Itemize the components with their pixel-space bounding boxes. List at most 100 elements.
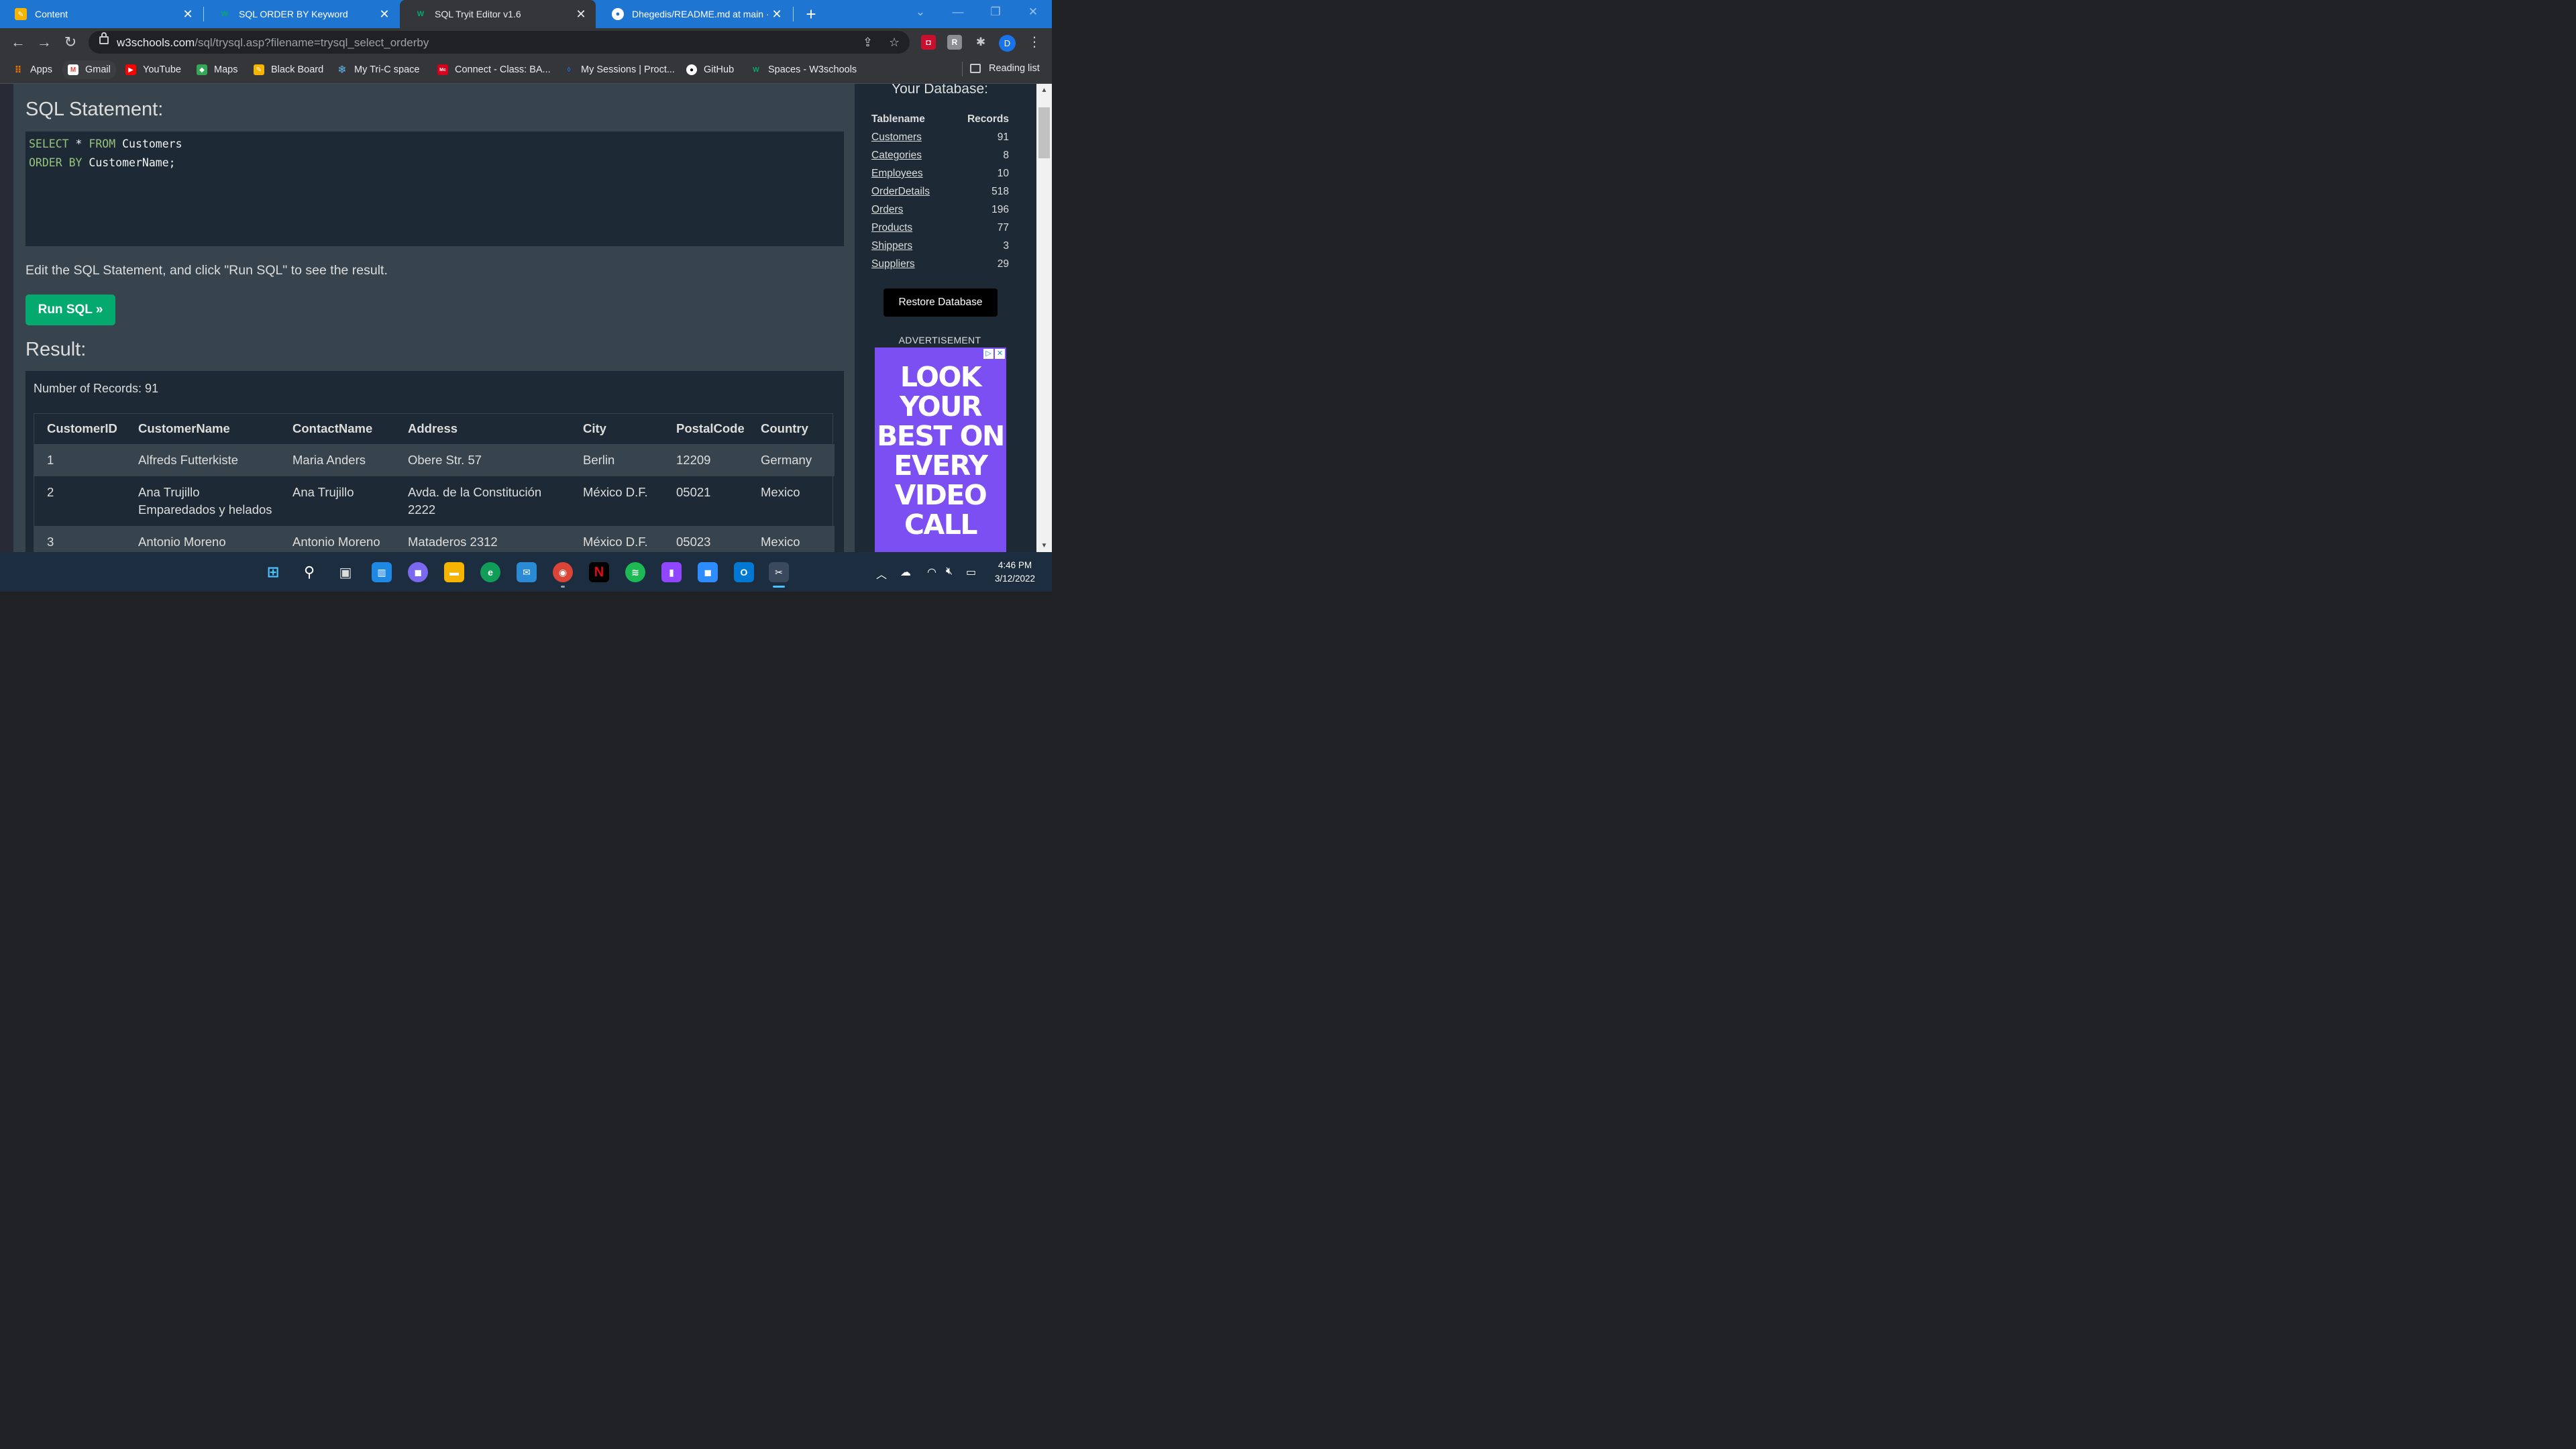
bookmark-maps[interactable]: ◆ Maps bbox=[197, 63, 237, 76]
mail-icon[interactable]: ✉ bbox=[517, 562, 537, 582]
new-tab-button[interactable]: + bbox=[802, 4, 820, 24]
result-heading: Result: bbox=[25, 339, 87, 360]
ad-choices[interactable]: ▷ ✕ bbox=[982, 349, 1005, 359]
record-count: 196 bbox=[991, 204, 1009, 215]
page-scrollbar[interactable]: ▲ ▼ bbox=[1036, 84, 1052, 552]
mcgraw-hill-icon: Mc bbox=[437, 64, 448, 75]
sql-keyword: FROM bbox=[89, 138, 116, 150]
scrollbar-thumb[interactable] bbox=[1038, 107, 1050, 158]
close-icon[interactable]: ✕ bbox=[378, 7, 391, 21]
w3schools-icon: W bbox=[753, 66, 759, 74]
onedrive-cloud-icon[interactable]: ☁ bbox=[900, 566, 911, 579]
back-arrow-icon[interactable]: ← bbox=[8, 32, 28, 52]
table-cell: 2 bbox=[34, 476, 125, 526]
bookmark-label: My Sessions | Proct... bbox=[581, 64, 675, 75]
table-link-categories[interactable]: Categories bbox=[871, 146, 922, 164]
windows-start-icon[interactable]: ⊞ bbox=[263, 562, 283, 582]
tab-title: Content bbox=[35, 9, 68, 19]
advertisement-banner[interactable]: LOOK YOUR BEST ON EVERY VIDEO CALL ▷ ✕ bbox=[875, 347, 1006, 552]
address-bar[interactable]: w3schools.com/sql/trysql.asp?filename=tr… bbox=[89, 31, 910, 54]
lock-icon[interactable] bbox=[99, 32, 109, 44]
tab-github-readme[interactable]: ● Dhegedis/README.md at main · ✕ bbox=[597, 0, 792, 28]
sql-editor[interactable]: SELECT * FROM Customers ORDER BY Custome… bbox=[25, 131, 844, 246]
adchoices-icon[interactable]: ▷ bbox=[983, 349, 994, 359]
pocket-extension-icon[interactable]: ◘ bbox=[921, 35, 936, 50]
table-link-orderdetails[interactable]: OrderDetails bbox=[871, 182, 930, 201]
share-icon[interactable]: ⇪ bbox=[863, 36, 873, 50]
chrome-icon[interactable]: ◉ bbox=[553, 562, 573, 582]
ad-close-icon[interactable]: ✕ bbox=[995, 349, 1005, 359]
scroll-up-icon[interactable]: ▲ bbox=[1036, 87, 1052, 94]
spotify-icon[interactable]: ≋ bbox=[625, 562, 645, 582]
forward-arrow-icon[interactable]: → bbox=[34, 32, 54, 52]
bookmark-black-board[interactable]: ✎ Black Board bbox=[254, 63, 323, 76]
file-explorer-icon[interactable]: ▬ bbox=[444, 562, 464, 582]
table-cell: Mataderos 2312 bbox=[394, 526, 570, 552]
bookmark-separator bbox=[962, 62, 963, 76]
reading-list-icon bbox=[970, 64, 981, 73]
table-row: Suppliers 29 bbox=[871, 255, 1009, 273]
widgets-icon[interactable]: ▥ bbox=[372, 562, 392, 582]
close-icon[interactable]: ✕ bbox=[770, 7, 784, 21]
minimize-button[interactable]: — bbox=[945, 0, 971, 24]
database-sidebar: Your Database: Tablename Records Custome… bbox=[855, 84, 1036, 552]
restore-window-button[interactable]: ❐ bbox=[982, 0, 1009, 24]
close-icon[interactable]: ✕ bbox=[574, 7, 588, 21]
bookmark-star-icon[interactable]: ☆ bbox=[889, 36, 900, 50]
bookmark-apps[interactable]: ⠿ Apps bbox=[13, 63, 53, 76]
table-link-customers[interactable]: Customers bbox=[871, 128, 922, 146]
table-cell: Obere Str. 57 bbox=[394, 444, 570, 476]
netflix-icon[interactable]: N bbox=[589, 562, 609, 582]
bookmark-tri-c[interactable]: ❄ My Tri-C space bbox=[337, 63, 419, 76]
table-link-shippers[interactable]: Shippers bbox=[871, 237, 912, 255]
running-indicator bbox=[561, 586, 565, 588]
table-cell: Germany bbox=[747, 444, 835, 476]
table-link-employees[interactable]: Employees bbox=[871, 164, 923, 182]
result-table: CustomerID CustomerName ContactName Addr… bbox=[34, 413, 835, 552]
restore-database-button[interactable]: Restore Database bbox=[883, 288, 998, 317]
table-link-products[interactable]: Products bbox=[871, 219, 912, 237]
record-count: Number of Records: 91 bbox=[34, 382, 159, 395]
menu-kebab-icon[interactable]: ⋮ bbox=[1024, 32, 1044, 52]
tab-sql-order-by[interactable]: W SQL ORDER BY Keyword ✕ bbox=[204, 0, 399, 28]
bookmark-proctor[interactable]: ◊ My Sessions | Proct... bbox=[564, 63, 675, 76]
teams-chat-icon[interactable]: ◼ bbox=[408, 562, 428, 582]
task-view-icon[interactable]: ▣ bbox=[335, 562, 356, 582]
puzzle-extensions-icon[interactable]: ✱ bbox=[973, 35, 988, 50]
bookmark-github[interactable]: ● GitHub bbox=[686, 63, 734, 76]
bookmark-youtube[interactable]: ▶ YouTube bbox=[125, 63, 181, 76]
scroll-down-icon[interactable]: ▼ bbox=[1036, 542, 1052, 549]
twitch-icon[interactable]: ▮ bbox=[661, 562, 682, 582]
profile-avatar[interactable]: D bbox=[999, 35, 1016, 52]
table-link-suppliers[interactable]: Suppliers bbox=[871, 255, 915, 273]
outlook-icon[interactable]: O bbox=[734, 562, 754, 582]
run-sql-button[interactable]: Run SQL » bbox=[25, 294, 115, 325]
edge-browser-icon[interactable]: e bbox=[480, 562, 500, 582]
battery-icon[interactable]: ▭ bbox=[966, 566, 976, 579]
tray-chevron-icon[interactable]: ︿ bbox=[876, 566, 887, 582]
search-icon[interactable]: ⚲ bbox=[299, 562, 319, 582]
close-icon[interactable]: ✕ bbox=[181, 7, 195, 21]
tab-strip: ✎ Content ✕ W SQL ORDER BY Keyword ✕ W S… bbox=[0, 0, 1052, 28]
tab-search-chevron-icon[interactable]: ⌄ bbox=[907, 0, 934, 24]
tab-content[interactable]: ✎ Content ✕ bbox=[0, 0, 203, 28]
bookmark-connect[interactable]: Mc Connect - Class: BA... bbox=[437, 63, 551, 76]
volume-muted-icon[interactable]: 🔇︎ bbox=[946, 566, 953, 578]
url-text[interactable]: w3schools.com/sql/trysql.asp?filename=tr… bbox=[117, 36, 429, 50]
extension-icon[interactable]: R bbox=[947, 35, 962, 50]
tab-sql-tryit-editor[interactable]: W SQL Tryit Editor v1.6 ✕ bbox=[400, 0, 596, 28]
snipping-tool-icon[interactable]: ✂ bbox=[769, 562, 789, 582]
system-clock[interactable]: 4:46 PM 3/12/2022 bbox=[985, 559, 1045, 586]
close-window-button[interactable]: ✕ bbox=[1020, 0, 1046, 24]
reload-icon[interactable]: ↻ bbox=[60, 32, 80, 52]
bookmark-gmail[interactable]: M Gmail bbox=[62, 60, 116, 79]
bookmark-spaces[interactable]: W Spaces - W3schools bbox=[751, 63, 857, 76]
wifi-icon[interactable]: ◠ bbox=[927, 566, 936, 579]
bookmark-label: Connect - Class: BA... bbox=[455, 64, 551, 75]
zoom-icon[interactable]: ◼ bbox=[698, 562, 718, 582]
reading-list-label: Reading list bbox=[989, 63, 1040, 74]
table-link-orders[interactable]: Orders bbox=[871, 201, 903, 219]
table-cell: Antonio Moreno bbox=[125, 526, 279, 552]
sql-keyword: ORDER BY bbox=[29, 156, 83, 169]
reading-list-button[interactable]: Reading list bbox=[970, 63, 1040, 74]
